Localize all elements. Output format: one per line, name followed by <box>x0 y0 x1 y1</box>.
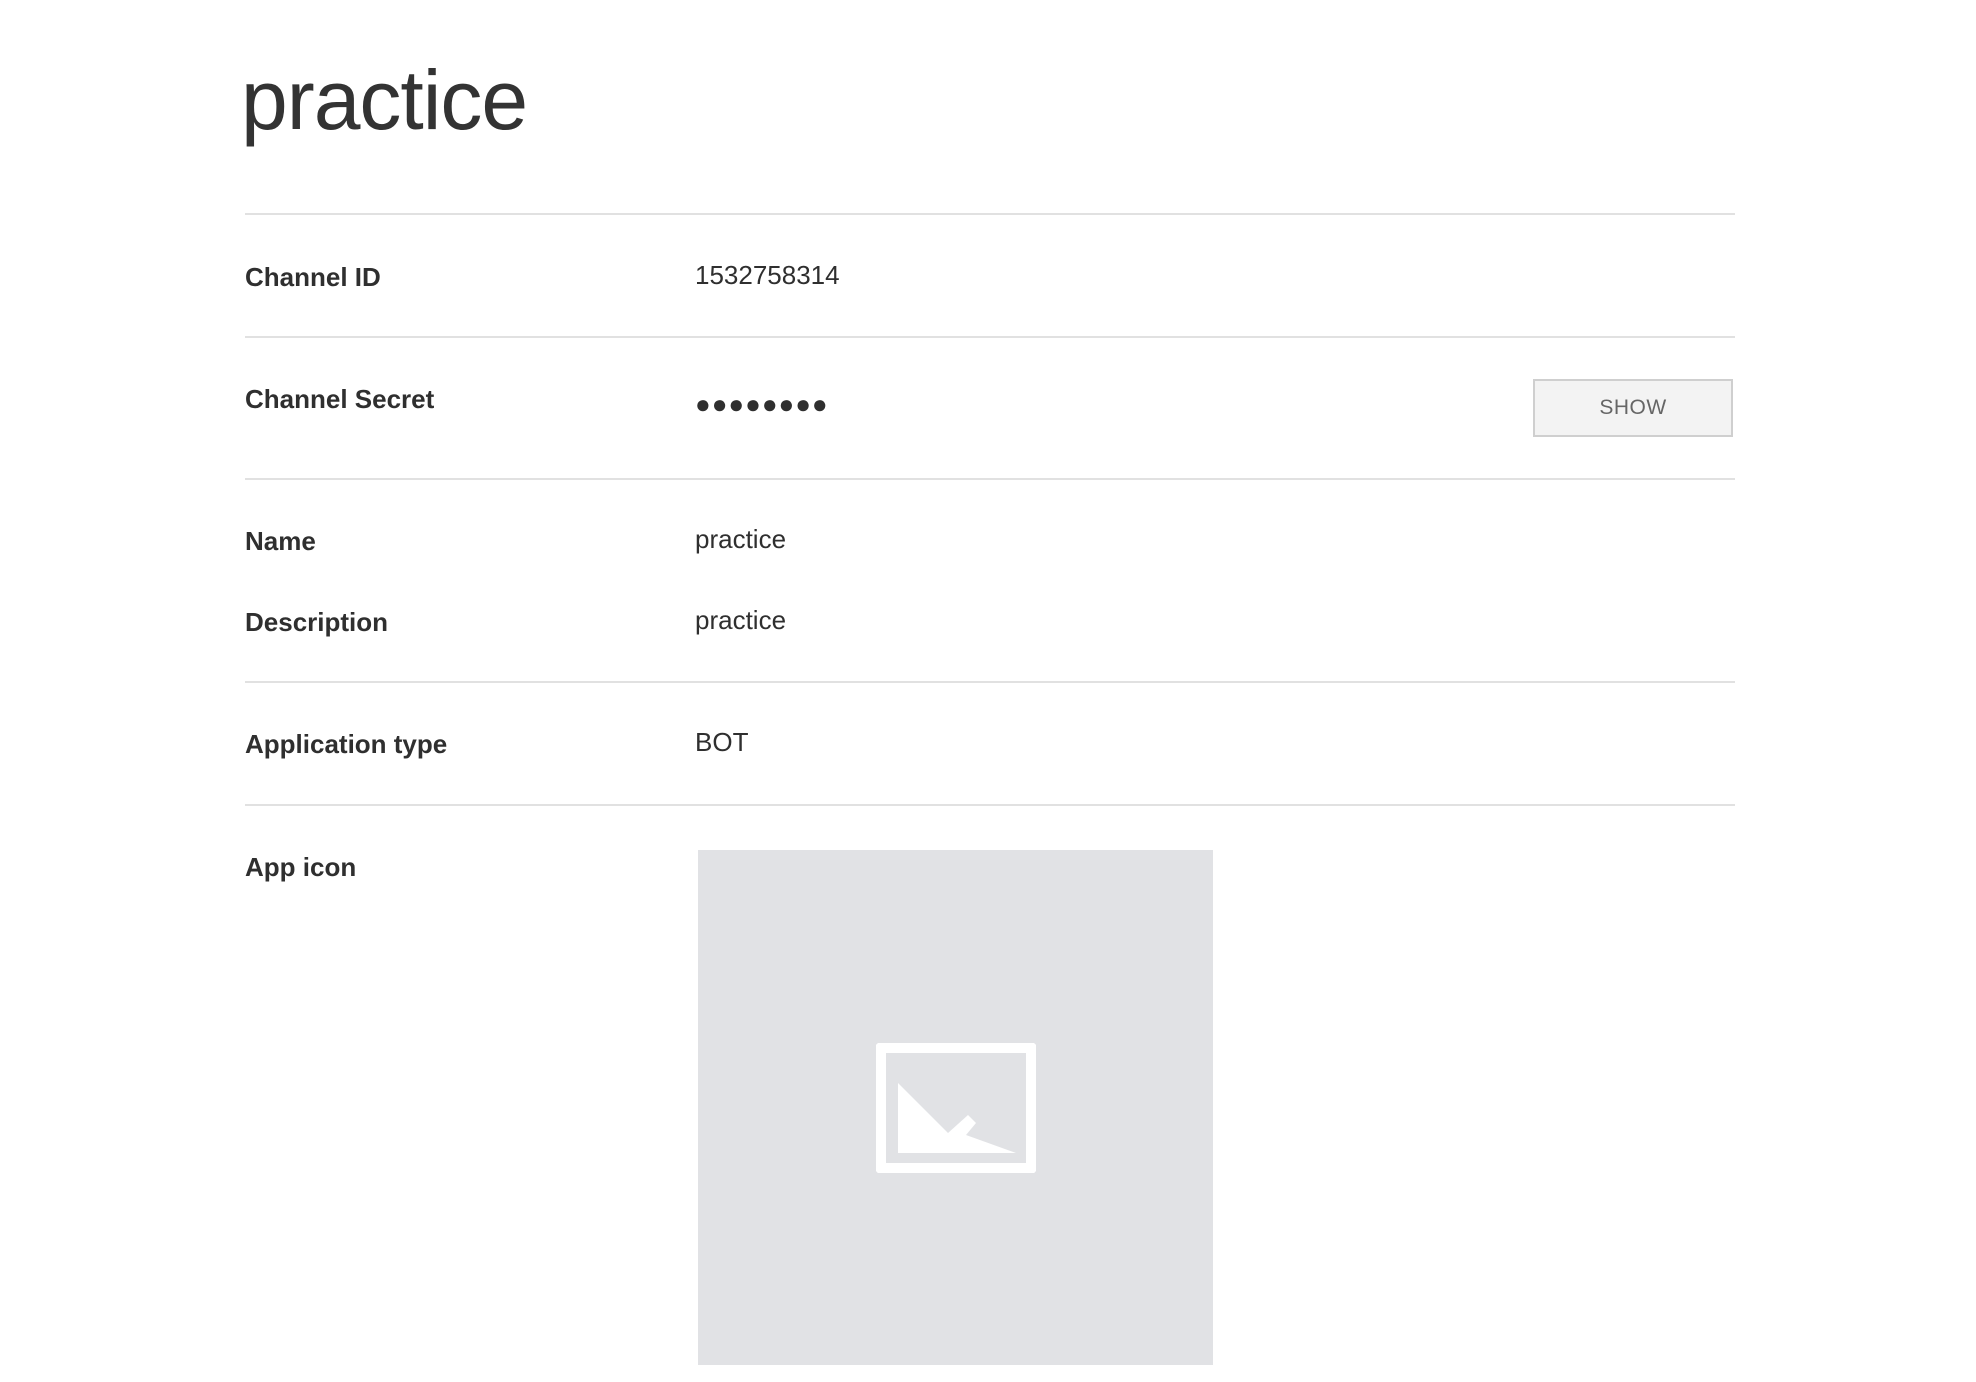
image-placeholder-icon <box>875 1042 1036 1173</box>
channel-id-label: Channel ID <box>245 262 381 292</box>
name-value: practice <box>695 524 787 554</box>
channel-secret-label: Channel Secret <box>245 384 435 414</box>
show-secret-button[interactable]: SHOW <box>1533 379 1733 437</box>
divider <box>245 478 1735 480</box>
app-icon-label: App icon <box>245 852 357 882</box>
page-title: practice <box>241 53 528 147</box>
description-label: Description <box>245 607 389 637</box>
channel-secret-masked-value: ●●●●●●●● <box>695 389 829 419</box>
name-label: Name <box>245 526 316 556</box>
divider <box>245 336 1735 338</box>
description-value: practice <box>695 605 787 635</box>
application-type-value: BOT <box>695 727 749 757</box>
divider <box>245 213 1735 215</box>
divider <box>245 681 1735 683</box>
application-type-label: Application type <box>245 729 448 759</box>
channel-id-value: 1532758314 <box>695 260 840 290</box>
app-icon-placeholder[interactable] <box>698 850 1213 1365</box>
divider <box>245 804 1735 806</box>
